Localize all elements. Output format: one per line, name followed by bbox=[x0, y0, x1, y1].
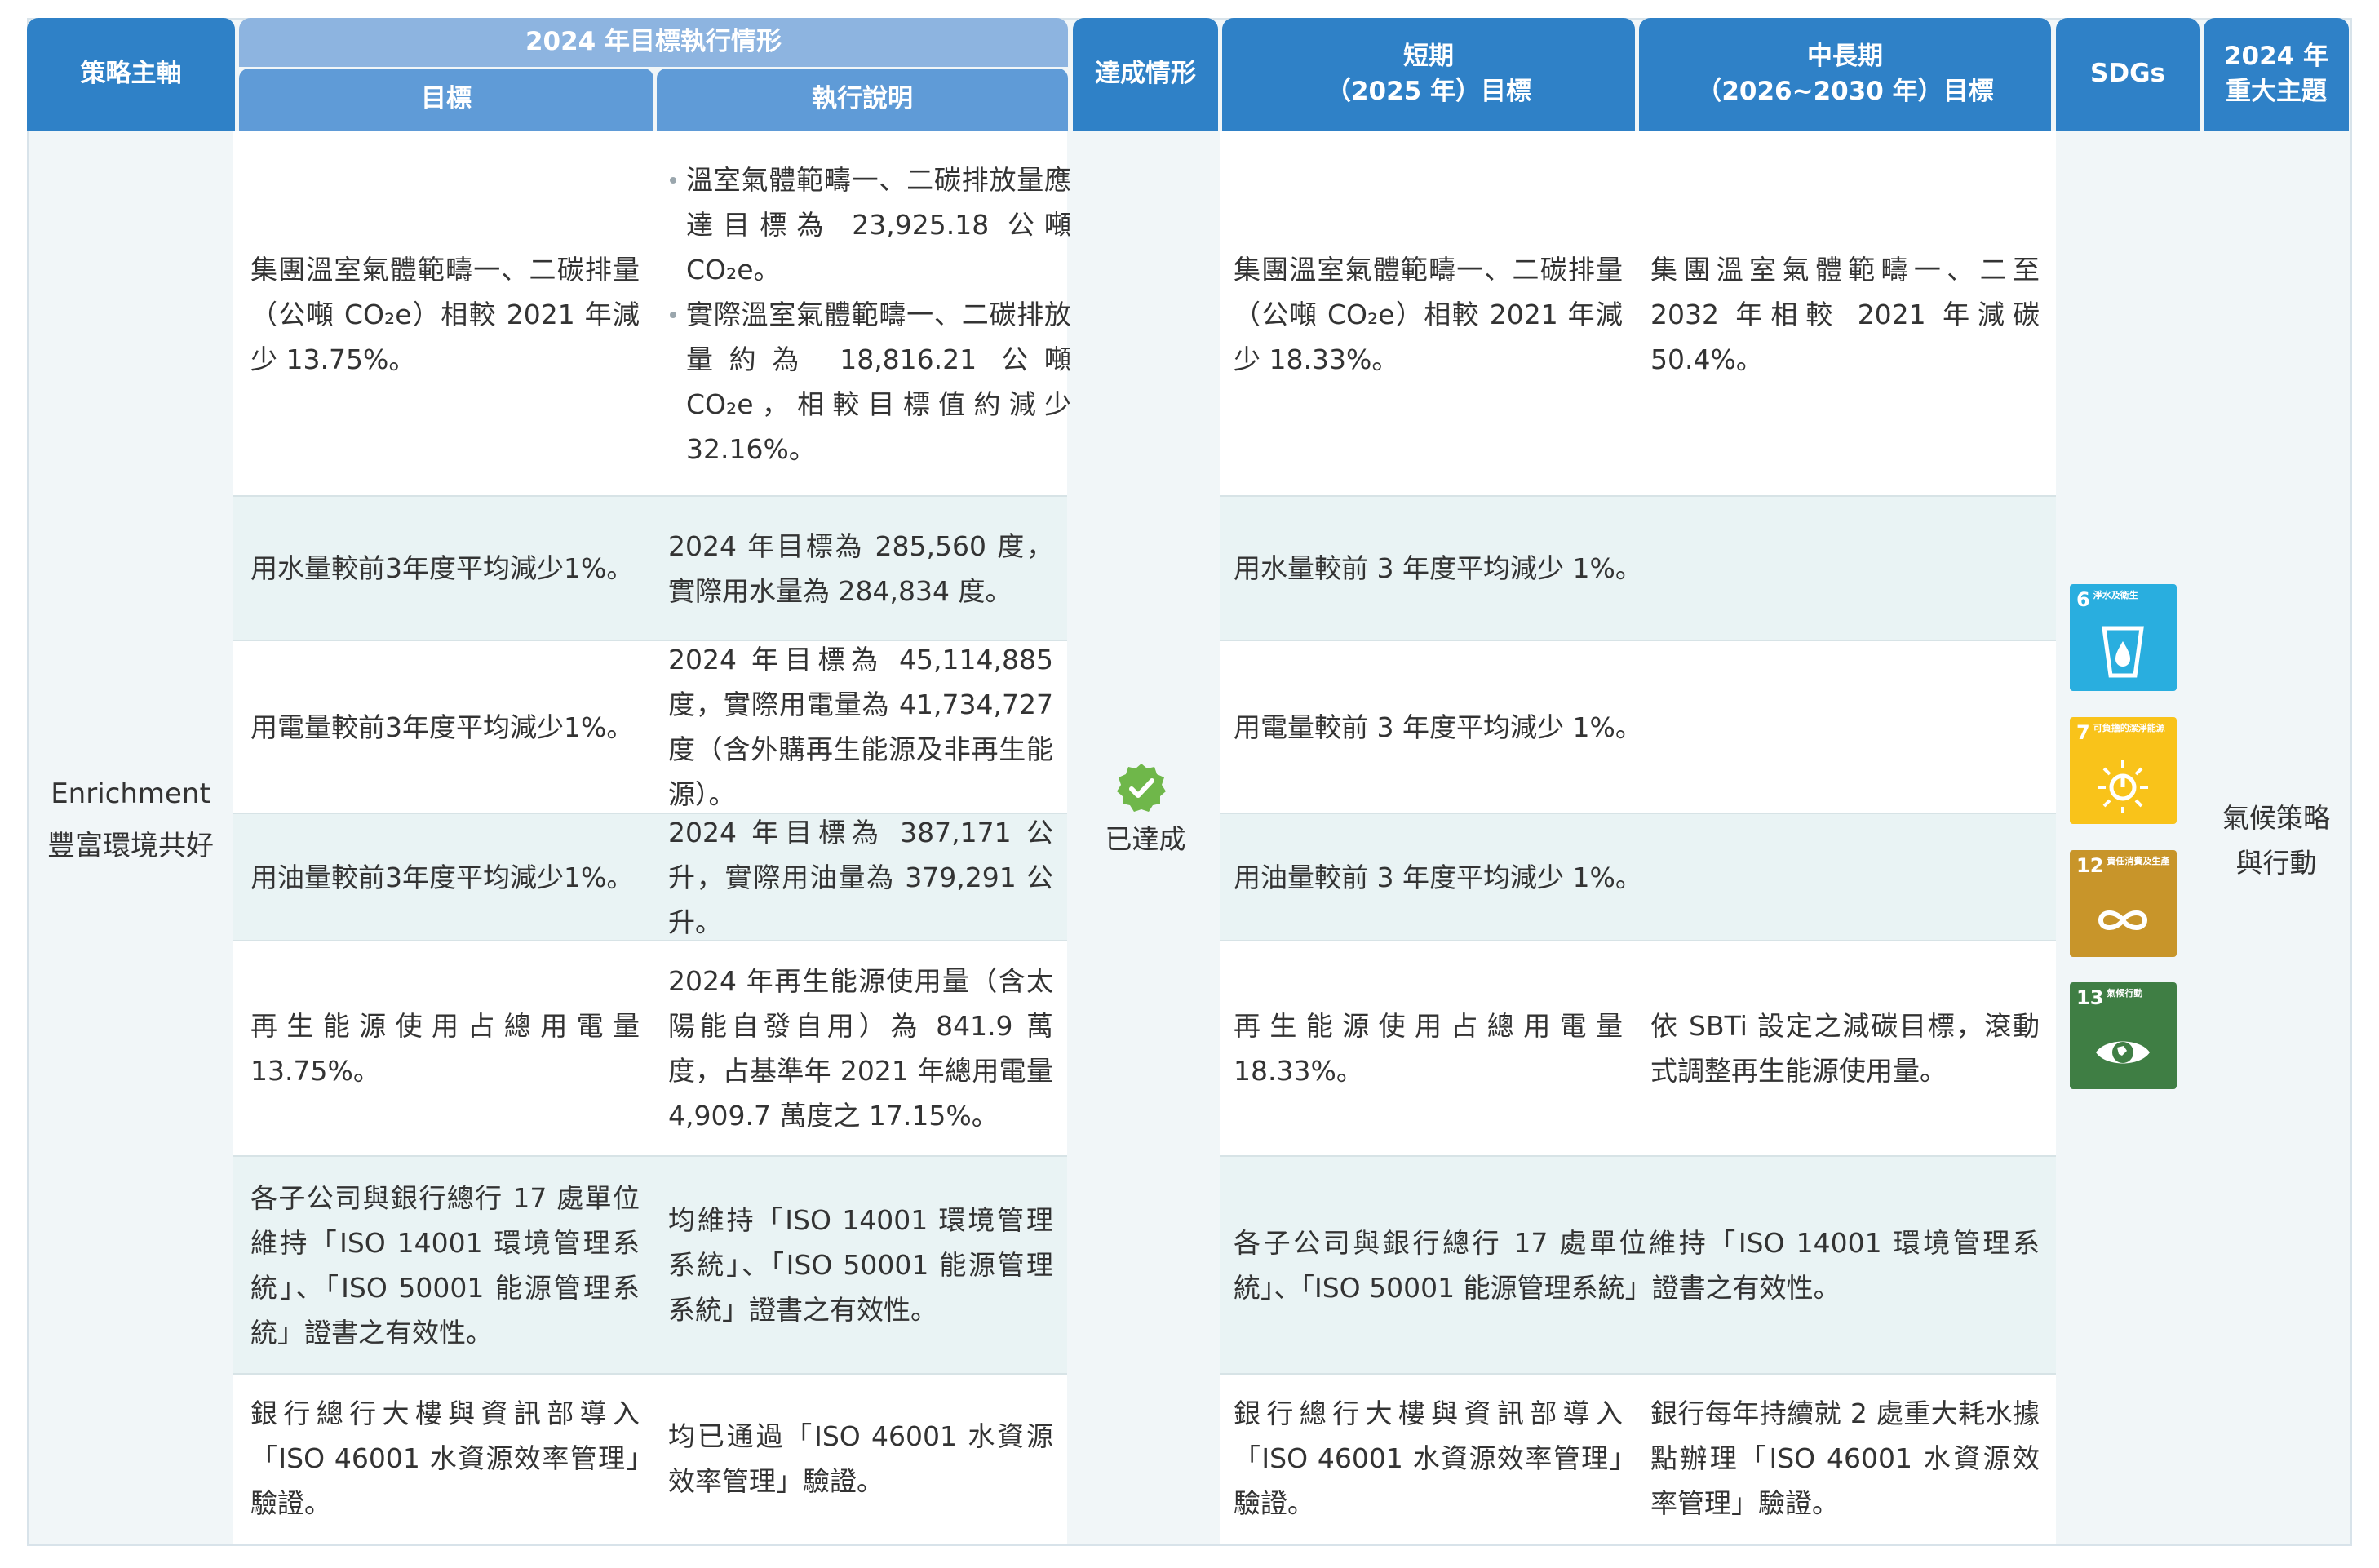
sdg-12-tile: 12 責任消費及生產 bbox=[2070, 850, 2177, 957]
water-drop-glass-icon bbox=[2102, 626, 2144, 678]
row7-mid: 銀行每年持續就 2 處重大耗水據點辦理「ISO 46001 水資源效率管理」驗證… bbox=[1650, 1397, 2040, 1519]
row2-target: 用水量較前3年度平均減少1%。 bbox=[250, 552, 634, 584]
row1-explain-bullet-2: 實際溫室氣體範疇一、二碳排放量約為 18,816.21 公噸 CO₂e，相較目標… bbox=[668, 292, 1071, 472]
infinity-icon bbox=[2098, 910, 2148, 930]
row7-short: 銀行總行大樓與資訊部導入「ISO 46001 水資源效率管理」驗證。 bbox=[1234, 1397, 1623, 1519]
row4-target: 用油量較前3年度平均減少1%。 bbox=[250, 861, 634, 893]
row5-mid: 依 SBTi 設定之減碳目標，滾動式調整再生能源使用量。 bbox=[1650, 1010, 2040, 1087]
header-status: 達成情形 bbox=[1073, 18, 1218, 131]
row1-explain: 溫室氣體範疇一、二碳排放量應達目標為 23,925.18 公噸 CO₂e。 實際… bbox=[657, 135, 1071, 494]
row6-short-mid: 各子公司與銀行總行 17 處單位維持「ISO 14001 環境管理系統」、「IS… bbox=[1234, 1226, 2040, 1304]
status-label: 已達成 bbox=[1105, 822, 1186, 855]
row1-short: 集團溫室氣體範疇一、二碳排量（公噸 CO₂e）相較 2021 年減少 18.33… bbox=[1234, 253, 1623, 375]
row1-target: 集團溫室氣體範疇一、二碳排量（公噸 CO₂e）相較 2021 年減少 13.75… bbox=[250, 253, 640, 375]
row3-short: 用電量較前 3 年度平均減少 1%。 bbox=[1234, 711, 1642, 743]
header-explain: 執行說明 bbox=[657, 69, 1068, 131]
sdg-7-tile: 7 可負擔的潔淨能源 bbox=[2070, 717, 2177, 824]
header-2024-group: 2024 年目標執行情形 bbox=[239, 18, 1068, 67]
row3-explain: 2024 年目標為 45,114,885 度，實際用電量為 41,734,727… bbox=[668, 644, 1053, 810]
sdg-6-tile: 6 淨水及衛生 bbox=[2070, 584, 2177, 691]
sdg-13-tile: 13 氣候行動 bbox=[2070, 982, 2177, 1089]
axis-zh: 豐富環境共好 bbox=[47, 830, 214, 862]
axis-en: Enrichment bbox=[51, 777, 210, 810]
row6-target: 各子公司與銀行總行 17 處單位維持「ISO 14001 環境管理系統」、「IS… bbox=[250, 1181, 640, 1349]
row7-target: 銀行總行大樓與資訊部導入「ISO 46001 水資源效率管理」驗證。 bbox=[250, 1397, 640, 1519]
row4-explain: 2024 年目標為 387,171 公升，實際用油量為 379,291 公升。 bbox=[668, 816, 1053, 938]
eye-globe-icon bbox=[2096, 1041, 2150, 1064]
row4-short: 用油量較前 3 年度平均減少 1%。 bbox=[1234, 861, 1642, 893]
header-material-topic: 2024 年 重大主題 bbox=[2204, 18, 2349, 131]
row5-explain: 2024 年再生能源使用量（含太陽能自發自用）為 841.9 萬度，占基準年 2… bbox=[668, 965, 1053, 1132]
check-badge-icon bbox=[1117, 764, 1166, 812]
header-target: 目標 bbox=[239, 69, 653, 131]
sun-power-icon bbox=[2098, 760, 2148, 813]
row1-mid: 集團溫室氣體範疇一、二至 2032 年相較 2021 年減碳 50.4%。 bbox=[1650, 253, 2040, 375]
row5-target: 再生能源使用占總用電量 13.75%。 bbox=[250, 1010, 640, 1087]
row5-short: 再生能源使用占總用電量 18.33%。 bbox=[1234, 1010, 1623, 1087]
row6-explain: 均維持「ISO 14001 環境管理系統」、「ISO 50001 能源管理系統」… bbox=[668, 1204, 1053, 1326]
topic-line-1: 氣候策略 bbox=[2222, 802, 2330, 834]
header-short-term: 短期 （2025 年）目標 bbox=[1222, 18, 1635, 131]
header-mid-long-term: 中長期 （2026~2030 年）目標 bbox=[1639, 18, 2051, 131]
header-sdgs: SDGs bbox=[2056, 18, 2200, 131]
row1-explain-bullet-1: 溫室氣體範疇一、二碳排放量應達目標為 23,925.18 公噸 CO₂e。 bbox=[668, 157, 1071, 292]
header-axis: 策略主軸 bbox=[27, 18, 235, 131]
topic-line-2: 與行動 bbox=[2235, 847, 2317, 879]
strategy-axis-cell: Enrichment 豐富環境共好 bbox=[29, 767, 233, 873]
row7-explain: 均已通過「ISO 46001 水資源效率管理」驗證。 bbox=[668, 1420, 1053, 1497]
row3-target: 用電量較前3年度平均減少1%。 bbox=[250, 711, 634, 743]
material-topic-cell: 氣候策略 與行動 bbox=[2204, 795, 2349, 885]
row2-short: 用水量較前 3 年度平均減少 1%。 bbox=[1234, 552, 1642, 584]
row2-explain: 2024 年目標為 285,560 度，實際用水量為 284,834 度。 bbox=[668, 529, 1053, 607]
